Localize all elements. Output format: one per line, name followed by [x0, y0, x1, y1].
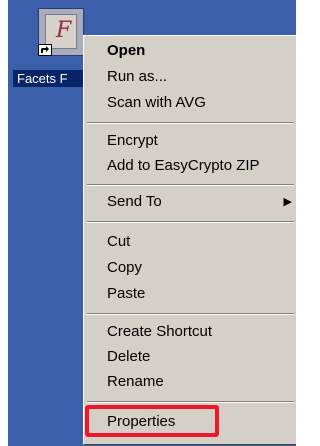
properties-highlight-box	[85, 405, 219, 437]
menu-item-run-as[interactable]: Run as...	[87, 66, 294, 88]
menu-separator	[87, 184, 294, 186]
menu-item-create-shortcut[interactable]: Create Shortcut	[87, 321, 294, 343]
menu-separator	[87, 313, 294, 315]
desktop-shortcut[interactable]: F Facets F	[8, 0, 88, 95]
menu-item-encrypt[interactable]: Encrypt	[87, 130, 294, 152]
menu-item-scan-with-avg[interactable]: Scan with AVG	[87, 92, 294, 114]
desktop: F Facets F Open Run as... Scan with AVG …	[8, 0, 296, 446]
menu-item-paste[interactable]: Paste	[87, 283, 294, 305]
menu-item-copy[interactable]: Copy	[87, 257, 294, 279]
menu-item-delete[interactable]: Delete	[87, 346, 294, 368]
context-menu: Open Run as... Scan with AVG Encrypt Add…	[83, 35, 296, 445]
menu-item-rename[interactable]: Rename	[87, 371, 294, 393]
chevron-right-icon: ▶	[283, 196, 292, 208]
app-glyph: F	[56, 18, 72, 43]
menu-item-open[interactable]: Open	[87, 40, 294, 62]
menu-item-send-to[interactable]: Send To ▶	[87, 191, 294, 213]
menu-item-label: Send To	[107, 193, 162, 210]
shortcut-arrow-icon	[38, 44, 52, 56]
menu-separator	[87, 122, 294, 124]
menu-separator	[87, 401, 294, 403]
menu-item-add-to-easycrypto-zip[interactable]: Add to EasyCrypto ZIP	[87, 155, 294, 177]
menu-item-cut[interactable]: Cut	[87, 231, 294, 253]
menu-separator	[87, 221, 294, 223]
shortcut-label[interactable]: Facets F	[13, 70, 83, 87]
